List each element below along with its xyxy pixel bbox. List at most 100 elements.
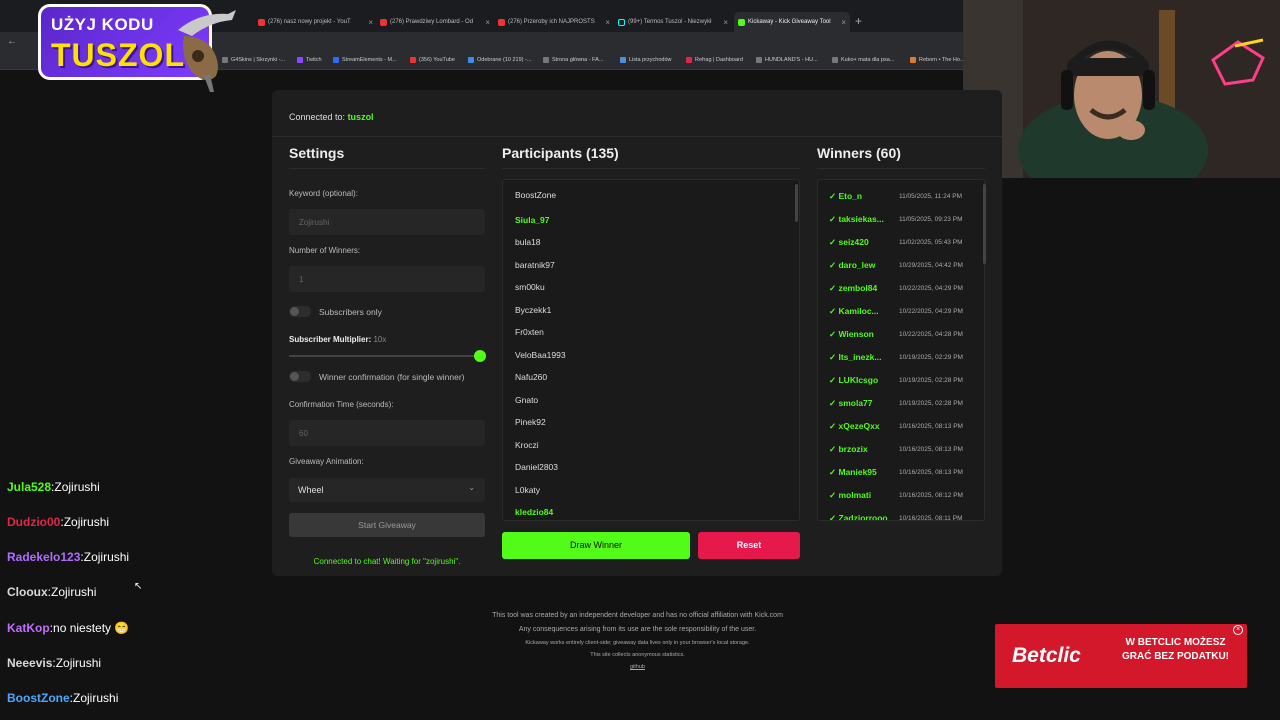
bookmark-lista[interactable]: Lista przychodów — [620, 57, 672, 63]
multiplier-slider-fill — [289, 355, 479, 357]
chat-message: Jula528:Zojirushi — [7, 480, 100, 494]
winner-row: ✓ Its_inezk... 10/19/2025, 02:29 PM — [818, 341, 984, 364]
new-tab-icon[interactable]: + — [855, 14, 862, 28]
chat-status-message: Connected to chat! Waiting for "zojirush… — [313, 557, 461, 566]
chat-text: Zojirushi — [51, 585, 97, 599]
participant-row: VeloBaa1993 — [515, 349, 566, 360]
winner-confirmation-toggle[interactable] — [289, 371, 311, 382]
multiplier-slider-thumb[interactable] — [474, 350, 486, 362]
participants-title: Participants (135) — [502, 145, 619, 161]
participant-row: bula18 — [515, 237, 541, 247]
settings-divider — [289, 168, 485, 169]
multiplier-slider-track[interactable] — [289, 355, 479, 357]
chat-username: KatKop — [7, 621, 50, 635]
bookmark-fa[interactable]: Strona główna - FA... — [543, 57, 603, 63]
close-tab-icon[interactable]: × — [841, 18, 846, 27]
chat-username: BoostZone — [7, 691, 70, 705]
promo-line-2: TUSZOL — [51, 37, 185, 73]
winner-row: ✓ daro_lew 10/29/2025, 04:42 PM — [818, 249, 984, 272]
footer-disclaimer: This tool was created by an independent … — [492, 612, 783, 619]
winner-row: ✓ Kamiloc... 10/22/2025, 04:29 PM — [818, 295, 984, 318]
winners-count-label: Number of Winners: — [289, 246, 361, 255]
tab-youtube-1[interactable]: (276) nasz nowy projekt - YouT × — [258, 12, 373, 32]
close-tab-icon[interactable]: × — [368, 18, 373, 27]
mail-icon — [468, 57, 474, 63]
confirmation-time-input[interactable]: 60 — [289, 420, 485, 446]
chat-username: Radekelo123 — [7, 550, 81, 564]
bookmark-hundland[interactable]: HUNDLAND'S - HU... — [756, 57, 818, 63]
chat-username: Clooux — [7, 585, 48, 599]
ad-text: W BETCLIC MOŻESZ GRAĆ BEZ PODATKU! — [1121, 637, 1230, 662]
bookmark-reborn[interactable]: Reborn • The Ho... — [910, 57, 965, 63]
winner-row: ✓ taksiekas... 11/05/2025, 09:23 PM — [818, 203, 984, 226]
winner-date: 10/16/2025, 08:11 PM — [899, 515, 963, 521]
connected-channel: tuszol — [347, 112, 374, 122]
mouse-cursor-icon: ↖ — [134, 581, 143, 592]
kick-icon — [738, 18, 745, 26]
webcam-image — [963, 0, 1280, 178]
winner-name: ✓ Zadziorrooo — [829, 513, 888, 521]
tab-tiktok[interactable]: (99+) Termos Tuszol - Niezwykł × — [618, 12, 728, 32]
winners-scrollbar[interactable] — [983, 184, 986, 264]
bookmark-icon — [832, 57, 838, 63]
bookmark-streamelements[interactable]: StreamElements - M... — [333, 57, 397, 63]
draw-winner-button[interactable]: Draw Winner — [502, 532, 690, 559]
participant-row: Pinek92 — [515, 417, 546, 427]
participants-divider — [502, 168, 800, 169]
participant-row: Fr0xten — [515, 327, 544, 337]
multiplier-value: 10x — [373, 335, 387, 344]
bookmark-icon — [620, 57, 626, 63]
animation-select[interactable]: Wheel ⌄ — [289, 478, 485, 502]
winner-row: ✓ Wienson 10/22/2025, 04:28 PM — [818, 318, 984, 341]
winners-list[interactable]: ✓ Eto_n 11/05/2025, 11:24 PM ✓ taksiekas..… — [817, 179, 985, 521]
winner-row: ✓ brzozix 10/16/2025, 08:13 PM — [818, 433, 984, 456]
winner-confirmation-label: Winner confirmation (for single winner) — [319, 372, 465, 382]
subscribers-only-toggle[interactable] — [289, 306, 311, 317]
bookmark-twitch[interactable]: Twitch — [297, 57, 322, 63]
participant-row: Gnato — [515, 394, 539, 405]
ad-close-icon[interactable]: × — [1233, 625, 1243, 635]
chat-text: Zojirushi — [55, 656, 102, 670]
back-icon[interactable]: ← — [7, 36, 17, 47]
chat-message: Neeevis:Zojirushi — [7, 656, 102, 670]
chat-message: Dudzio00:Zojirushi — [7, 515, 110, 529]
tab-youtube-3[interactable]: (276) Przeroby ich NAJPROSTS × — [498, 12, 610, 32]
participant-row: Kroczi — [515, 439, 539, 450]
youtube-icon — [380, 18, 387, 26]
webcam-overlay — [963, 0, 1280, 178]
start-giveaway-button[interactable]: Start Giveaway — [289, 513, 485, 537]
animation-label: Giveaway Animation: — [289, 457, 364, 466]
tiktok-icon — [618, 18, 625, 26]
bookmark-mail[interactable]: Odebrane (10 219) -... — [468, 57, 531, 63]
chat-text: no niestety 😁 — [53, 621, 130, 635]
chat-message: Clooux:Zojirushi — [7, 585, 97, 599]
bookmark-refrag[interactable]: Refrag | Dashboard — [686, 57, 743, 63]
tab-kickaway[interactable]: Kickaway - Kick Giveaway Tool × — [734, 12, 850, 32]
chevron-down-icon: ⌄ — [468, 483, 475, 492]
keyword-input[interactable]: Zojirushi — [289, 209, 485, 235]
winners-count-input[interactable]: 1 — [289, 266, 485, 292]
bookmark-icon — [333, 57, 339, 63]
tab-youtube-2[interactable]: (276) Prawdziwy Lombard - Od × — [380, 12, 490, 32]
close-tab-icon[interactable]: × — [485, 18, 490, 27]
bookmark-youtube[interactable]: (356) YouTube — [410, 57, 455, 63]
participants-list[interactable]: BoostZone Siula_97 bula18 baratnik97 sm00ku B… — [502, 179, 800, 521]
participant-row: Daniel2803 — [515, 462, 559, 472]
reset-button[interactable]: Reset — [698, 532, 800, 559]
winner-row: ✓ zembol84 10/22/2025, 04:29 PM — [818, 272, 984, 295]
winners-divider — [817, 168, 985, 169]
betclic-ad-banner[interactable]: Betclic W BETCLIC MOŻESZ GRAĆ BEZ PODATK… — [995, 624, 1247, 688]
close-tab-icon[interactable]: × — [723, 18, 728, 27]
participant-row: Byczekk1 — [515, 304, 552, 315]
confirmation-time-label: Confirmation Time (seconds): — [289, 400, 394, 409]
bookmark-kuko[interactable]: Kuko+ mata dla psa... — [832, 57, 894, 63]
winner-row: ✓ xQezeQxx 10/16/2025, 08:13 PM — [818, 410, 984, 433]
settings-title: Settings — [289, 145, 345, 161]
close-tab-icon[interactable]: × — [605, 18, 610, 27]
chat-text: Zojirushi — [83, 550, 130, 564]
winner-row: ✓ Zadziorrooo 10/16/2025, 08:11 PM — [818, 502, 984, 521]
participants-scrollbar[interactable] — [795, 184, 798, 222]
winner-row: ✓ smola77 10/19/2025, 02:28 PM — [818, 387, 984, 410]
footer-github-link[interactable]: github — [400, 664, 875, 670]
header-divider — [272, 136, 1002, 137]
